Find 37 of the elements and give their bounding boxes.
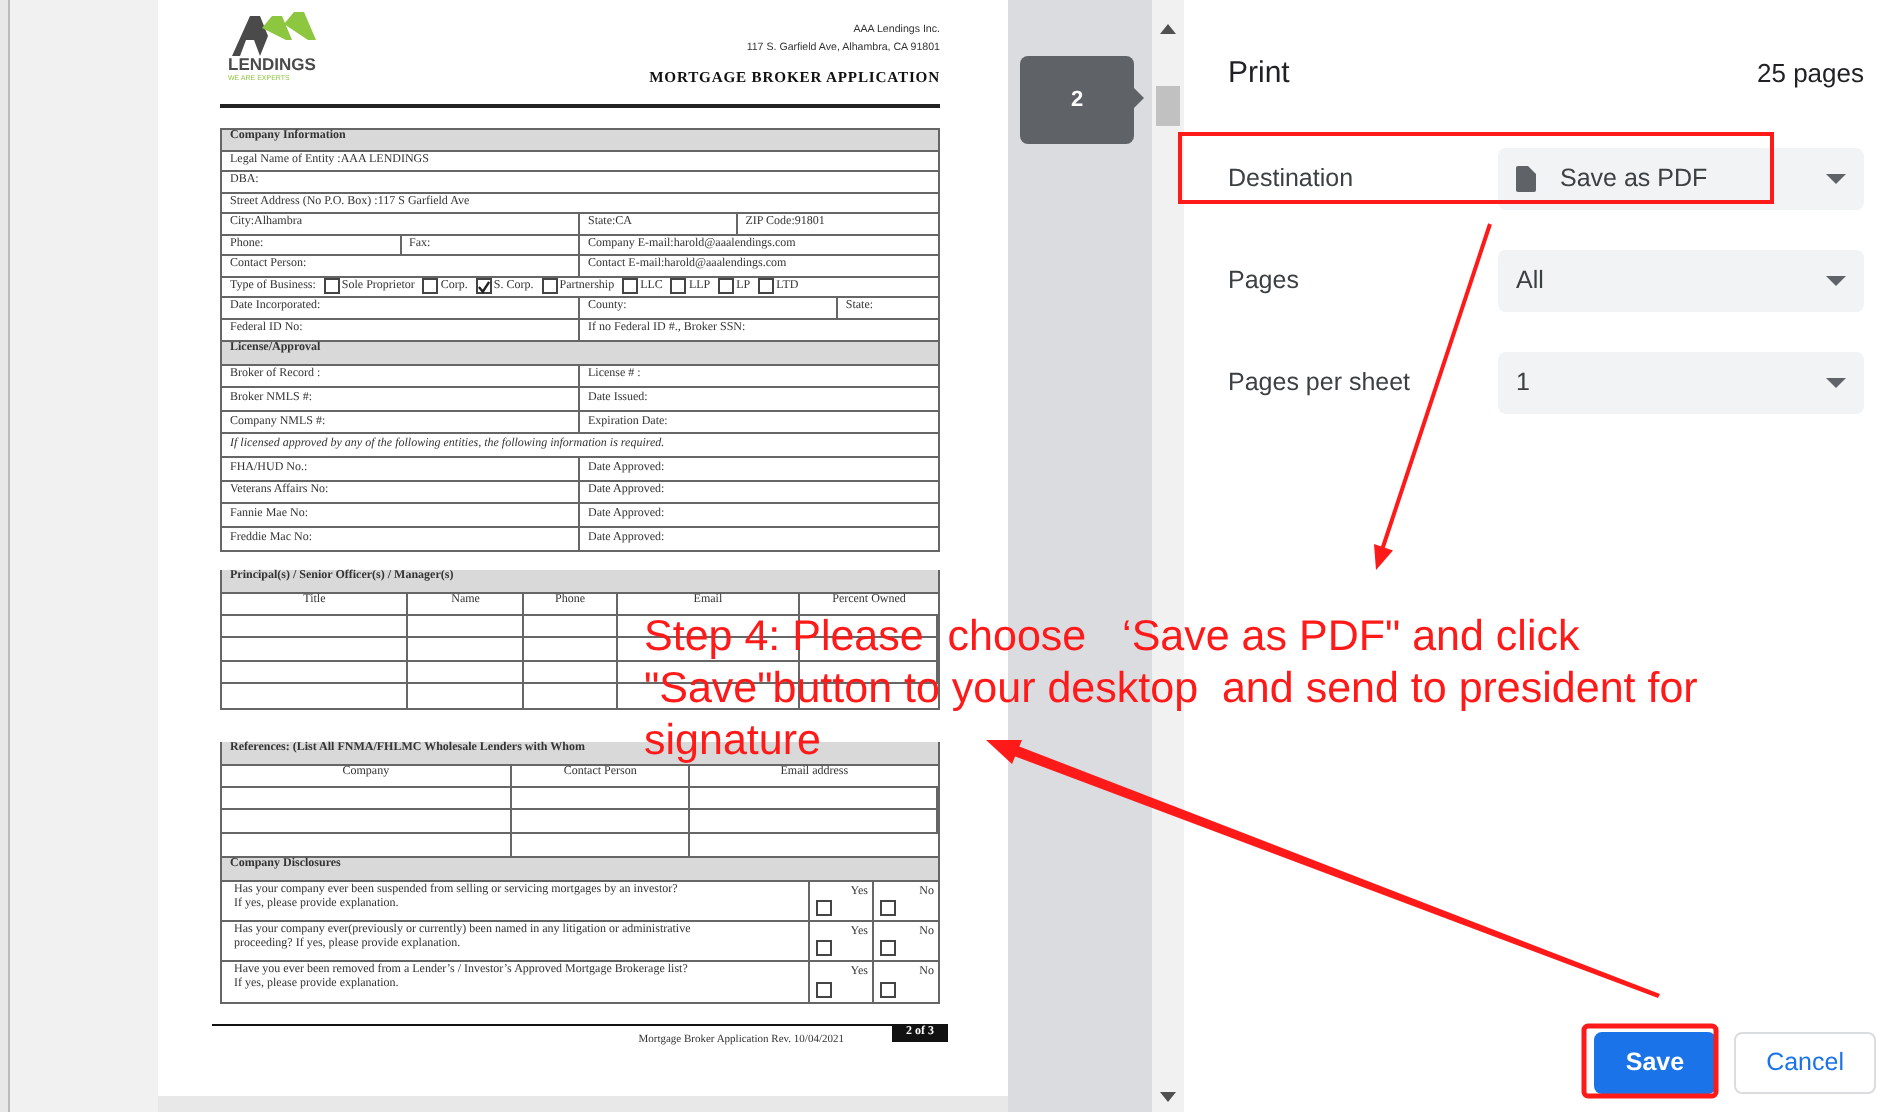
cancel-button[interactable]: Cancel [1734, 1032, 1876, 1094]
save-button[interactable]: Save [1593, 1032, 1717, 1094]
checkbox[interactable] [880, 939, 896, 956]
dropdown-select[interactable]: Save as PDF [1498, 147, 1864, 209]
checkbox[interactable] [323, 278, 340, 295]
checkbox[interactable] [718, 278, 735, 295]
dialog-title: Print [1228, 53, 1290, 94]
dropdown-select[interactable]: All [1498, 249, 1864, 311]
mountain-logo-icon [228, 12, 316, 56]
setting-label: Pages per sheet [1228, 365, 1413, 400]
annotation-text: signature [644, 714, 821, 765]
document-icon [1516, 165, 1536, 191]
scrollbar-thumb[interactable] [1156, 86, 1180, 126]
checkbox[interactable] [670, 278, 687, 295]
highlight-frame [1581, 1023, 1719, 1099]
checkbox[interactable] [622, 278, 639, 295]
setting-label: Destination [1228, 161, 1356, 196]
dropdown-caret-icon [1826, 275, 1846, 285]
checkbox[interactable] [475, 278, 492, 295]
checkbox[interactable] [541, 278, 558, 295]
logo-text: LENDINGS [228, 56, 316, 73]
checkbox[interactable] [880, 899, 896, 916]
checkbox[interactable] [758, 278, 775, 295]
scroll-up-icon[interactable] [1160, 24, 1176, 34]
checkbox[interactable] [816, 981, 832, 998]
dropdown-select[interactable]: 1 [1498, 351, 1864, 413]
checkbox[interactable] [816, 899, 832, 916]
page-number-bubble: 2 [1020, 56, 1134, 144]
checkbox[interactable] [880, 981, 896, 998]
dropdown-caret-icon [1826, 377, 1846, 387]
checkbox[interactable] [816, 939, 832, 956]
setting-label: Pages [1228, 263, 1301, 298]
checkbox[interactable] [422, 278, 439, 295]
page-count: 25 pages [1757, 56, 1864, 93]
scroll-down-icon[interactable] [1160, 1092, 1176, 1102]
dropdown-caret-icon [1826, 173, 1846, 183]
bubble-pointer-icon [1134, 88, 1144, 108]
